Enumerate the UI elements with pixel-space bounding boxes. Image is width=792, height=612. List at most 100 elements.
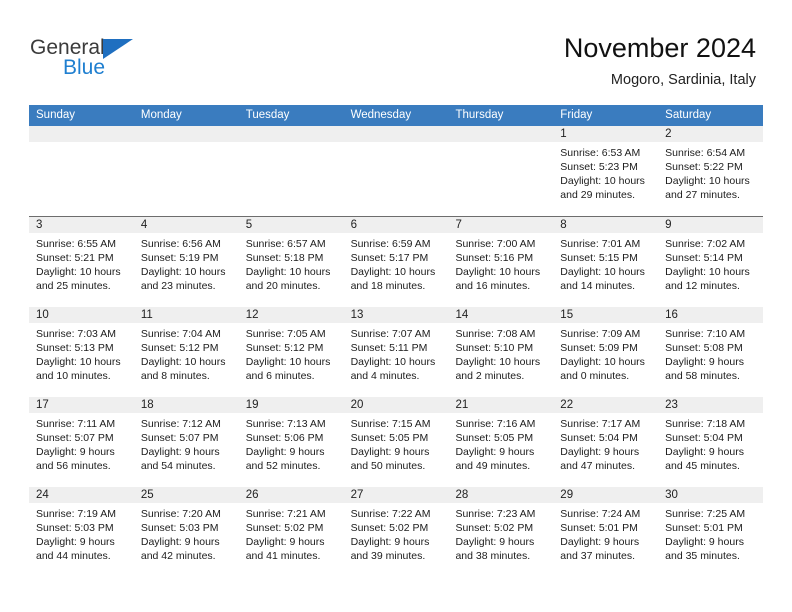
calendar-day-cell[interactable]: 20 Sunrise: 7:15 AM Sunset: 5:05 PM Dayligh… — [343, 397, 449, 487]
calendar-day-cell[interactable]: 26 Sunrise: 7:21 AM Sunset: 5:02 PM Dayligh… — [238, 487, 344, 577]
daylight-duration-line2: and 10 minutes. — [36, 370, 111, 382]
daylight-duration-line2: and 56 minutes. — [36, 460, 111, 472]
daylight-duration-line2: and 45 minutes. — [665, 460, 740, 472]
day-number: 6 — [350, 219, 357, 231]
sunrise-time: Sunrise: 7:08 AM — [455, 328, 536, 340]
day-details: Sunrise: 7:11 AM Sunset: 5:07 PM Daylight:… — [29, 413, 134, 473]
calendar-day-cell[interactable]: 29 Sunrise: 7:24 AM Sunset: 5:01 PM Dayligh… — [553, 487, 659, 577]
calendar-day-cell[interactable]: 3 Sunrise: 6:55 AM Sunset: 5:21 PM Daylight… — [29, 217, 134, 307]
day-number: 4 — [140, 219, 148, 231]
sunset-time: Sunset: 5:10 PM — [455, 342, 534, 354]
daylight-duration-line1: Daylight: 10 hours — [140, 266, 226, 278]
day-details: Sunrise: 7:05 AM Sunset: 5:12 PM Daylight:… — [239, 323, 344, 383]
sunset-time: Sunset: 5:17 PM — [350, 252, 429, 264]
sunset-time: Sunset: 5:03 PM — [140, 522, 219, 534]
sunset-time: Sunset: 5:04 PM — [665, 432, 743, 444]
calendar-day-cell[interactable]: 25 Sunrise: 7:20 AM Sunset: 5:03 PM Dayligh… — [133, 487, 239, 577]
day-details: Sunrise: 7:16 AM Sunset: 5:05 PM Daylight:… — [448, 413, 553, 473]
calendar-day-cell[interactable]: 24 Sunrise: 7:19 AM Sunset: 5:03 PM Dayligh… — [29, 487, 134, 577]
day-number: 10 — [36, 309, 49, 321]
calendar-day-cell[interactable]: 2 Sunrise: 6:54 AM Sunset: 5:22 PM Daylight… — [658, 126, 764, 216]
page-title: November 2024 — [563, 33, 756, 63]
calendar-day-cell[interactable]: 7 Sunrise: 7:00 AM Sunset: 5:16 PM Daylight… — [448, 217, 554, 307]
sunrise-time: Sunrise: 6:56 AM — [140, 238, 221, 250]
daylight-duration-line2: and 4 minutes. — [350, 370, 420, 382]
calendar-day-cell[interactable]: 22 Sunrise: 7:17 AM Sunset: 5:04 PM Dayligh… — [553, 397, 659, 487]
sunrise-time: Sunrise: 7:09 AM — [560, 328, 641, 340]
sunrise-time: Sunrise: 7:19 AM — [36, 508, 116, 520]
calendar-day-cell[interactable]: 1 Sunrise: 6:53 AM Sunset: 5:23 PM Daylight… — [553, 126, 659, 216]
sunset-time: Sunset: 5:23 PM — [560, 161, 638, 173]
sunrise-time: Sunrise: 7:01 AM — [560, 238, 641, 250]
calendar-day-cell[interactable]: 11 Sunrise: 7:04 AM Sunset: 5:12 PM Dayligh… — [133, 307, 239, 397]
daylight-duration-line2: and 25 minutes. — [36, 280, 111, 292]
calendar-day-cell[interactable]: 5 Sunrise: 6:57 AM Sunset: 5:18 PM Daylight… — [238, 217, 344, 307]
day-number: 21 — [455, 399, 469, 411]
sunset-time: Sunset: 5:21 PM — [36, 252, 114, 264]
weekday-header-row: Sunday Monday Tuesday Wednesday Thursday… — [29, 105, 763, 126]
sunrise-time: Sunrise: 7:25 AM — [665, 508, 746, 520]
daylight-duration-line1: Daylight: 10 hours — [36, 266, 121, 278]
calendar-day-cell[interactable]: 13 Sunrise: 7:07 AM Sunset: 5:11 PM Dayligh… — [343, 307, 449, 397]
calendar-day-cell[interactable]: 4 Sunrise: 6:56 AM Sunset: 5:19 PM Daylight… — [133, 217, 239, 307]
calendar-day-cell[interactable]: 18 Sunrise: 7:12 AM Sunset: 5:07 PM Dayligh… — [133, 397, 239, 487]
sunrise-time: Sunrise: 6:53 AM — [560, 147, 641, 159]
day-details: Sunrise: 7:17 AM Sunset: 5:04 PM Daylight:… — [553, 413, 658, 473]
day-details: Sunrise: 6:55 AM Sunset: 5:21 PM Daylight:… — [29, 233, 134, 293]
calendar-day-cell[interactable]: 16 Sunrise: 7:10 AM Sunset: 5:08 PM Dayligh… — [658, 307, 764, 397]
day-number: 8 — [560, 219, 567, 231]
sunset-time: Sunset: 5:07 PM — [36, 432, 114, 444]
calendar-week-row: 17 Sunrise: 7:11 AM Sunset: 5:07 PM Dayligh… — [29, 396, 764, 487]
sunset-time: Sunset: 5:04 PM — [560, 432, 638, 444]
daylight-duration-line1: Daylight: 9 hours — [560, 536, 640, 548]
calendar-day-cell[interactable]: 19 Sunrise: 7:13 AM Sunset: 5:06 PM Dayligh… — [238, 397, 344, 487]
daylight-duration-line1: Daylight: 10 hours — [665, 175, 750, 187]
calendar-day-cell[interactable]: 12 Sunrise: 7:05 AM Sunset: 5:12 PM Dayligh… — [238, 307, 344, 397]
daylight-duration-line1: Daylight: 9 hours — [455, 536, 535, 548]
calendar-day-cell[interactable]: 14 Sunrise: 7:08 AM Sunset: 5:10 PM Dayligh… — [448, 307, 554, 397]
sunset-time: Sunset: 5:01 PM — [665, 522, 743, 534]
sunrise-time: Sunrise: 6:55 AM — [36, 238, 116, 250]
day-details: Sunrise: 6:54 AM Sunset: 5:22 PM Daylight:… — [658, 142, 763, 202]
sunset-time: Sunset: 5:14 PM — [665, 252, 743, 264]
daylight-duration-line2: and 23 minutes. — [140, 280, 216, 292]
weekday-header-friday: Friday — [560, 109, 593, 121]
calendar-day-cell[interactable]: 6 Sunrise: 6:59 AM Sunset: 5:17 PM Daylight… — [343, 217, 449, 307]
sunrise-time: Sunrise: 7:24 AM — [560, 508, 641, 520]
day-number-band — [448, 217, 554, 233]
sunset-time: Sunset: 5:22 PM — [665, 161, 743, 173]
calendar-day-cell-empty — [343, 126, 449, 216]
daylight-duration-line2: and 35 minutes. — [665, 550, 740, 562]
day-number-band — [133, 217, 239, 233]
sunset-time: Sunset: 5:09 PM — [560, 342, 638, 354]
calendar-day-cell[interactable]: 21 Sunrise: 7:16 AM Sunset: 5:05 PM Dayligh… — [448, 397, 554, 487]
daylight-duration-line1: Daylight: 10 hours — [455, 356, 541, 368]
calendar-day-cell[interactable]: 23 Sunrise: 7:18 AM Sunset: 5:04 PM Dayligh… — [658, 397, 764, 487]
day-number: 5 — [245, 219, 253, 231]
day-details: Sunrise: 6:57 AM Sunset: 5:18 PM Daylight:… — [239, 233, 344, 293]
day-number: 26 — [245, 489, 259, 501]
sunrise-time: Sunrise: 7:12 AM — [140, 418, 221, 430]
brand-logo[interactable]: General Blue — [30, 36, 230, 88]
day-details: Sunrise: 7:15 AM Sunset: 5:05 PM Daylight:… — [344, 413, 449, 473]
calendar-day-cell[interactable]: 27 Sunrise: 7:22 AM Sunset: 5:02 PM Dayligh… — [343, 487, 449, 577]
daylight-duration-line1: Daylight: 10 hours — [36, 356, 121, 368]
calendar-day-cell[interactable]: 17 Sunrise: 7:11 AM Sunset: 5:07 PM Dayligh… — [29, 397, 134, 487]
sunrise-time: Sunrise: 7:17 AM — [560, 418, 641, 430]
day-number: 3 — [36, 219, 43, 231]
calendar-day-cell[interactable]: 8 Sunrise: 7:01 AM Sunset: 5:15 PM Daylight… — [553, 217, 659, 307]
page-header: General Blue November 2024 Mogoro, Sardi… — [0, 0, 792, 100]
weekday-header-thursday: Thursday — [455, 109, 504, 121]
daylight-duration-line1: Daylight: 9 hours — [140, 446, 220, 458]
calendar-day-cell[interactable]: 30 Sunrise: 7:25 AM Sunset: 5:01 PM Dayligh… — [658, 487, 764, 577]
calendar-day-cell[interactable]: 9 Sunrise: 7:02 AM Sunset: 5:14 PM Daylight… — [658, 217, 764, 307]
calendar-day-cell[interactable]: 15 Sunrise: 7:09 AM Sunset: 5:09 PM Dayligh… — [553, 307, 659, 397]
weekday-header-monday: Monday — [140, 109, 182, 121]
calendar-day-cell[interactable]: 28 Sunrise: 7:23 AM Sunset: 5:02 PM Dayligh… — [448, 487, 554, 577]
day-number-band — [29, 217, 134, 233]
sunrise-time: Sunrise: 6:57 AM — [245, 238, 326, 250]
sunset-time: Sunset: 5:07 PM — [140, 432, 219, 444]
sunset-time: Sunset: 5:12 PM — [140, 342, 219, 354]
calendar-day-cell[interactable]: 10 Sunrise: 7:03 AM Sunset: 5:13 PM Dayligh… — [29, 307, 134, 397]
calendar-grid: Sunday Monday Tuesday Wednesday Thursday… — [29, 105, 764, 577]
